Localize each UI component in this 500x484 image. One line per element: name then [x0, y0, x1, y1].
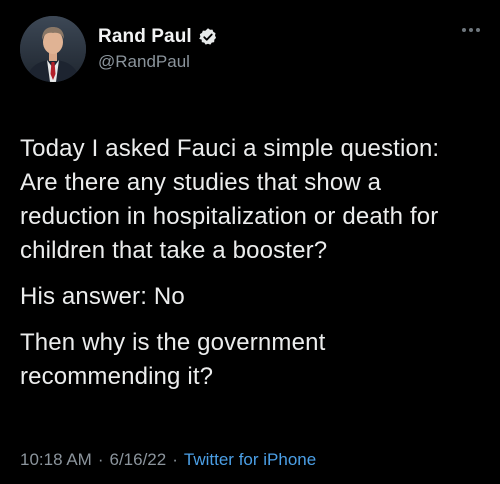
tweet-paragraph: His answer: No	[20, 283, 185, 310]
tweet-time[interactable]: 10:18 AM	[20, 450, 92, 470]
tweet-paragraph: Today I asked Fauci a simple question: A…	[20, 135, 440, 264]
tweet-paragraph: Then why is the government recommending …	[20, 329, 326, 390]
author-names: Rand Paul @RandPaul	[98, 26, 218, 72]
more-dots-icon[interactable]	[462, 28, 480, 32]
tweet-date[interactable]: 6/16/22	[110, 450, 167, 470]
name-row: Rand Paul	[98, 26, 218, 48]
tweet-source-link[interactable]: Twitter for iPhone	[184, 450, 316, 470]
verified-badge-icon	[198, 27, 218, 47]
tweet-text: Today I asked Fauci a simple question: A…	[20, 132, 480, 394]
display-name[interactable]: Rand Paul	[98, 26, 192, 48]
separator: ·	[172, 450, 178, 469]
avatar[interactable]	[20, 16, 86, 82]
dot	[476, 28, 480, 32]
profile-photo-icon	[20, 16, 86, 82]
dot	[469, 28, 473, 32]
tweet-card: Rand Paul @RandPaul Today I asked Fauci …	[0, 0, 500, 484]
tweet-header: Rand Paul @RandPaul	[20, 16, 480, 86]
tweet-metadata: 10:18 AM · 6/16/22 · Twitter for iPhone	[20, 450, 316, 470]
separator: ·	[97, 450, 104, 469]
handle[interactable]: @RandPaul	[98, 52, 218, 72]
dot	[462, 28, 466, 32]
